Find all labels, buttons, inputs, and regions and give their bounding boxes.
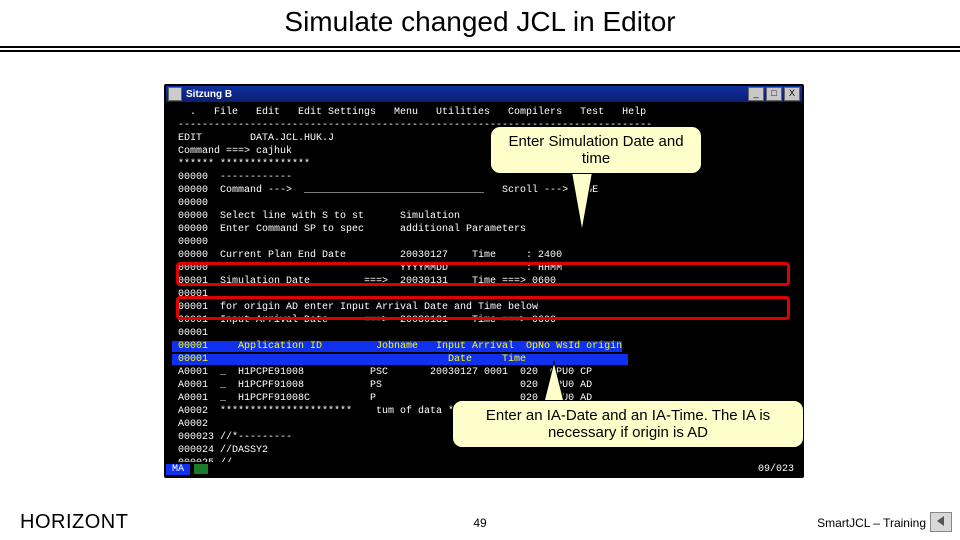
divider	[0, 46, 960, 48]
term-line: 00001	[172, 289, 628, 300]
term-line: 00000 YYYYMMDD : HHMM	[172, 263, 562, 274]
minimize-button[interactable]: _	[748, 87, 764, 101]
simulation-date-line[interactable]: 00001 Simulation Date ===> 20030131 Time…	[172, 276, 556, 287]
slide-footer: HORIZONT 49 SmartJCL – Training	[0, 508, 960, 534]
term-line: 00001 for origin AD enter Input Arrival …	[172, 302, 538, 313]
prev-slide-button[interactable]	[930, 512, 952, 532]
term-line: 00001	[172, 328, 628, 339]
term-line: 00000	[172, 237, 628, 248]
maximize-button[interactable]: □	[766, 87, 782, 101]
page-number: 49	[0, 516, 960, 530]
status-bar: MA 09/023	[166, 462, 802, 476]
callout-top: Enter Simulation Date and time	[490, 126, 702, 174]
chevron-left-icon	[934, 515, 948, 527]
window-titlebar: Sitzung B _ □ X	[166, 86, 802, 102]
menubar[interactable]: . File Edit Edit Settings Menu Utilities…	[172, 107, 646, 118]
callout-bottom: Enter an IA-Date and an IA-Time. The IA …	[452, 400, 804, 448]
term-line: 00000	[172, 198, 628, 209]
callout-tail	[544, 364, 564, 404]
app-icon	[168, 87, 182, 101]
divider	[0, 50, 960, 52]
status-mode: MA	[166, 464, 190, 475]
slide-title: Simulate changed JCL in Editor	[0, 6, 960, 38]
term-line: 00000 Enter Command SP to spec additiona…	[172, 224, 526, 235]
window-title: Sitzung B	[186, 89, 232, 100]
term-line[interactable]: 00000 Command ---> _____________________…	[172, 185, 598, 196]
table-row[interactable]: A0001 _ H1PCPF91008 PS 020 CPU0 AD	[172, 380, 592, 391]
term-line: 00000 Select line with S to st Simulatio…	[172, 211, 460, 222]
footer-right: SmartJCL – Training	[817, 516, 926, 530]
close-button[interactable]: X	[784, 87, 800, 101]
input-arrival-line[interactable]: 00001 Input Arrival Date ===> 20030131 T…	[172, 315, 556, 326]
table-header: 00001 Application ID Jobname Input Arriv…	[172, 341, 622, 352]
table-row[interactable]: A0001 _ H1PCPE91008 PSC 20030127 0001 02…	[172, 367, 592, 378]
term-line: 00000 Current Plan End Date 20030127 Tim…	[172, 250, 562, 261]
status-rowcol: 09/023	[758, 464, 802, 475]
callout-tail	[572, 172, 592, 228]
status-indicator	[194, 464, 208, 474]
